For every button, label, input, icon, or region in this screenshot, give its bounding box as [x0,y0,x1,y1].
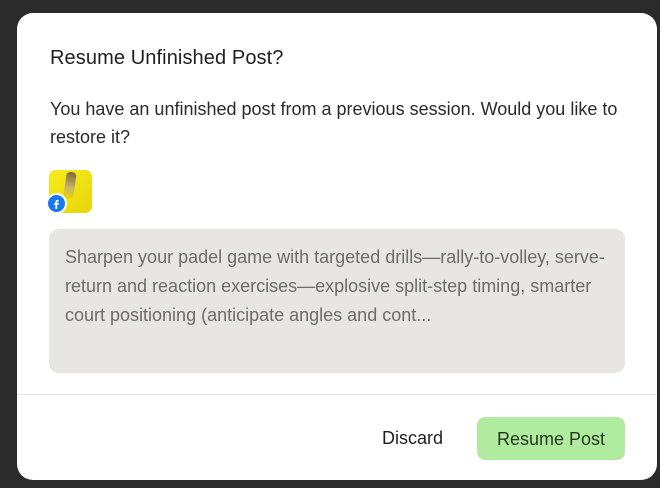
discard-button[interactable]: Discard [367,417,458,460]
footer-divider [17,394,657,395]
resume-post-dialog: Resume Unfinished Post? You have an unfi… [17,13,657,480]
facebook-icon [46,193,67,214]
post-thumbnail [46,170,92,214]
dialog-message: You have an unfinished post from a previ… [50,99,618,147]
post-preview-text: Sharpen your padel game with targeted dr… [49,229,625,373]
thumbnail-figure [63,171,77,199]
dialog-title: Resume Unfinished Post? [50,47,284,69]
resume-post-button[interactable]: Resume Post [477,417,625,460]
